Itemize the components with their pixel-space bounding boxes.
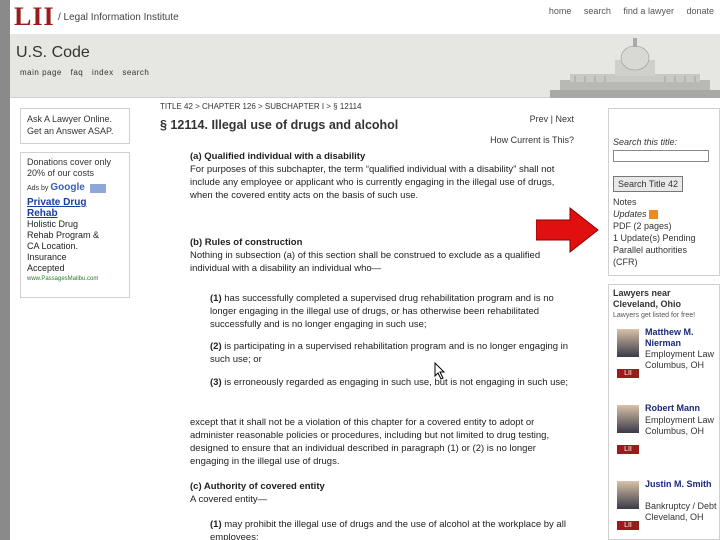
lawyer-name[interactable]: Justin M. Smith xyxy=(645,479,712,490)
next-link[interactable]: Next xyxy=(555,114,574,124)
subsection-b-tail-text: except that it shall not be a violation … xyxy=(190,417,550,467)
subsection-c-heading: (c) Authority of covered entity xyxy=(190,481,325,492)
paragraph-b3-num: (3) xyxy=(210,377,222,388)
nav-search[interactable]: search xyxy=(584,6,611,16)
search-title-button[interactable]: Search Title 42 xyxy=(613,176,684,192)
ad-url[interactable]: www.PassagesMalibu.com xyxy=(27,274,123,285)
lawyer-card[interactable]: Robert Mann Employment Law Columbus, OH … xyxy=(613,403,715,473)
subsection-b: (b) Rules of construction Nothing in sub… xyxy=(190,236,570,275)
lii-badge-icon: LII xyxy=(617,369,639,378)
update-pending-link[interactable]: 1 Update(s) Pending xyxy=(613,232,715,244)
lawyers-city: Cleveland, Ohio xyxy=(613,299,682,309)
sub-nav: main page faq index search xyxy=(20,68,155,77)
subnav-index[interactable]: index xyxy=(92,68,114,77)
top-bar: LII / Legal Information Institute home s… xyxy=(10,0,720,34)
ads-by-google[interactable]: Ads by Google xyxy=(27,182,123,194)
ask-line-2: Get an Answer ASAP. xyxy=(27,126,114,136)
donate-line-1: Donations cover only xyxy=(27,157,112,167)
ad-arrows-icon[interactable] xyxy=(89,183,106,193)
ad-text-1: Holistic Drug xyxy=(27,219,79,229)
subsection-a-text: For purposes of this subchapter, the ter… xyxy=(190,164,555,201)
nav-find-lawyer[interactable]: find a lawyer xyxy=(623,6,674,16)
paragraph-c1-num: (1) xyxy=(210,519,222,530)
nav-donate[interactable]: donate xyxy=(686,6,714,16)
subsection-c-text: A covered entity— xyxy=(190,494,268,505)
cfr-label: (CFR) xyxy=(613,257,638,267)
lawyer-photo xyxy=(617,481,639,509)
lawyer-info: Employment Law Columbus, OH xyxy=(645,415,715,436)
lawyer-card[interactable]: Justin M. Smith Bankruptcy / Debt Clevel… xyxy=(613,479,717,540)
lawyer-info: Bankruptcy / Debt Cleveland, OH xyxy=(645,501,717,522)
lawyer-card[interactable]: Matthew M. Nierman Employment Law Columb… xyxy=(613,327,715,397)
ad-text-4: Insurance xyxy=(27,252,67,262)
lii-badge-icon: LII xyxy=(617,521,639,530)
updates-label: Updates xyxy=(613,209,647,219)
lawyer-info: Employment Law Columbus, OH xyxy=(645,349,715,370)
paragraph-b2: (2) is participating in a supervised reh… xyxy=(190,340,570,366)
rss-icon[interactable] xyxy=(649,210,659,220)
how-current-link[interactable]: How Current is This? xyxy=(490,135,574,145)
lawyers-subtitle[interactable]: Lawyers get listed for free! xyxy=(613,310,715,321)
paragraph-b1-num: (1) xyxy=(210,293,222,304)
parallel-authorities-link[interactable]: Parallel authorities xyxy=(613,244,715,256)
paragraph-b1: (1) has successfully completed a supervi… xyxy=(190,292,570,331)
donate-box: Donations cover only 20% of our costs Ad… xyxy=(20,152,130,298)
ad-link-line-2[interactable]: Rehab xyxy=(27,208,123,219)
search-label: Search this title: xyxy=(613,137,678,147)
ads-by-label: Ads by xyxy=(27,185,49,192)
notes-link[interactable]: Notes xyxy=(613,196,715,208)
ask-lawyer-box[interactable]: Ask A Lawyer Online. Get an Answer ASAP. xyxy=(20,108,130,144)
updates-row: Updates xyxy=(613,208,715,220)
capitol-building-icon xyxy=(550,34,720,98)
lawyer-name[interactable]: Matthew M. Nierman xyxy=(645,327,715,349)
lawyers-box: Lawyers near Cleveland, Ohio Lawyers get… xyxy=(608,284,720,540)
subnav-faq[interactable]: faq xyxy=(71,68,84,77)
subsection-b-tail: except that it shall not be a violation … xyxy=(190,416,570,468)
paragraph-b2-text: is participating in a supervised rehabil… xyxy=(210,341,569,365)
donate-line-2: 20% of our costs xyxy=(27,168,95,178)
section-title: § 12114. Illegal use of drugs and alcoho… xyxy=(160,118,399,132)
paragraph-b1-text: has successfully completed a supervised … xyxy=(210,293,554,330)
ad-text-5: Accepted xyxy=(27,263,65,273)
pdf-link[interactable]: PDF (2 pages) xyxy=(613,220,715,232)
ad-text-2: Rehab Program & xyxy=(27,230,100,240)
lii-logo[interactable]: LII xyxy=(14,2,55,32)
title-search-box: Search this title: Search Title 42 Notes… xyxy=(608,108,720,276)
subsection-a: (a) Qualified individual with a disabili… xyxy=(190,150,570,202)
search-title-input[interactable] xyxy=(613,150,709,162)
breadcrumb[interactable]: TITLE 42 > CHAPTER 126 > SUBCHAPTER I > … xyxy=(160,102,362,111)
page-title: U.S. Code xyxy=(16,44,90,61)
paragraph-b3: (3) is erroneously regarded as engaging … xyxy=(190,376,570,389)
mouse-cursor-icon xyxy=(434,362,446,380)
subsection-b-heading: (b) Rules of construction xyxy=(190,237,303,248)
lawyer-photo xyxy=(617,329,639,357)
lawyer-photo xyxy=(617,405,639,433)
paragraph-c1: (1) may prohibit the illegal use of drug… xyxy=(190,518,570,540)
browser-page: LII / Legal Information Institute home s… xyxy=(10,0,720,540)
prev-next: Prev | Next xyxy=(529,114,574,124)
right-column: Search this title: Search Title 42 Notes… xyxy=(608,108,720,540)
ad-link-line-1[interactable]: Private Drug xyxy=(27,197,123,208)
lii-badge-icon: LII xyxy=(617,445,639,454)
subnav-search[interactable]: search xyxy=(122,68,149,77)
lawyers-heading: Lawyers near xyxy=(613,288,671,298)
subsection-b-text: Nothing in subsection (a) of this sectio… xyxy=(190,250,541,274)
subsection-c: (c) Authority of covered entity A covere… xyxy=(190,480,570,506)
prev-link[interactable]: Prev xyxy=(530,114,549,124)
google-label: Google xyxy=(50,182,85,193)
main-content: TITLE 42 > CHAPTER 126 > SUBCHAPTER I > … xyxy=(160,98,580,540)
subnav-main-page[interactable]: main page xyxy=(20,68,62,77)
lawyer-name[interactable]: Robert Mann xyxy=(645,403,700,414)
ask-line-1: Ask A Lawyer Online. xyxy=(27,114,113,124)
nav-home[interactable]: home xyxy=(549,6,572,16)
institute-name: / Legal Information Institute xyxy=(58,12,179,23)
top-nav: home search find a lawyer donate xyxy=(539,6,714,16)
paragraph-c1-text: may prohibit the illegal use of drugs an… xyxy=(210,519,566,540)
paragraph-b3-text: is erroneously regarded as engaging in s… xyxy=(224,377,569,388)
page-header: U.S. Code main page faq index search xyxy=(10,34,720,98)
paragraph-b2-num: (2) xyxy=(210,341,222,352)
red-arrow-icon xyxy=(536,206,599,254)
ad-text-3: CA Location. xyxy=(27,241,79,251)
subsection-a-heading: (a) Qualified individual with a disabili… xyxy=(190,151,366,162)
